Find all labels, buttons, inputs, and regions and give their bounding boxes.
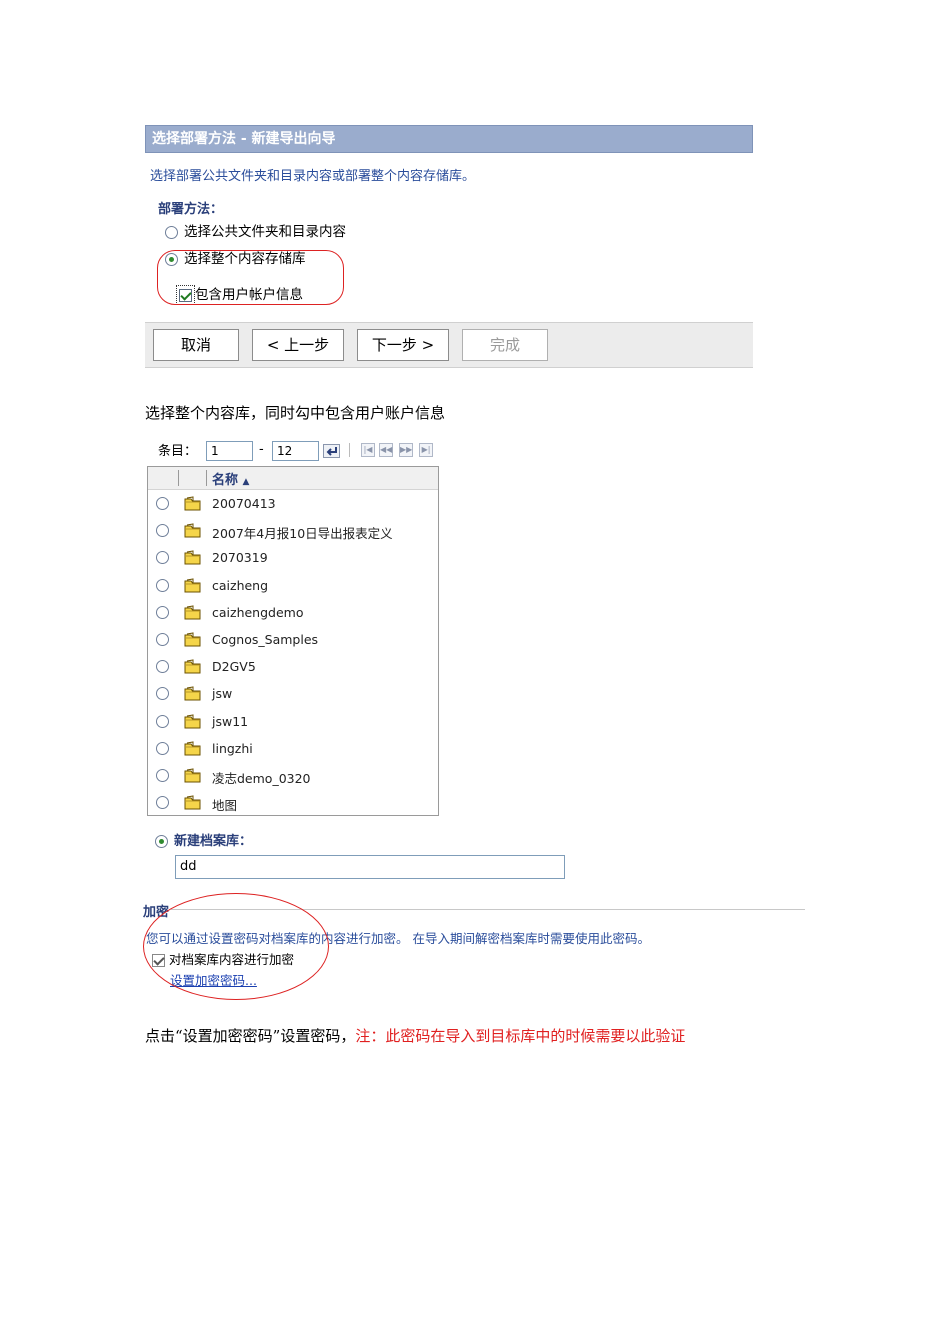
deploy-method-label: 部署方法： <box>158 202 224 217</box>
list-item[interactable]: 20070413 <box>148 490 438 517</box>
list-item-radio[interactable] <box>156 605 169 619</box>
next-page-icon[interactable]: ▶▶ <box>399 443 413 457</box>
paging-dash: - <box>259 442 264 457</box>
sort-ascending-icon: ▲ <box>242 477 250 487</box>
annotation-circle-options <box>157 250 344 305</box>
list-item-radio[interactable] <box>156 714 169 728</box>
first-page-icon[interactable]: |◀ <box>361 443 375 457</box>
next-button[interactable]: 下一步 > <box>357 329 449 361</box>
wizard-title: 选择部署方法 - 新建导出向导 <box>145 125 753 153</box>
option-public-content[interactable]: 选择公共文件夹和目录内容 <box>165 223 346 241</box>
paging-from-input[interactable]: 1 <box>206 441 253 461</box>
cancel-button[interactable]: 取消 <box>153 329 239 361</box>
folder-icon <box>184 686 202 701</box>
paging-separator <box>349 443 350 457</box>
list-item-label: 20070413 <box>212 496 276 511</box>
header-separator <box>206 470 207 486</box>
list-item-label: caizheng <box>212 577 269 593</box>
list-item-label: jsw11 <box>212 713 249 729</box>
list-item-label: Cognos_Samples <box>212 632 319 647</box>
list-item-radio[interactable] <box>156 660 169 674</box>
list-item-radio[interactable] <box>156 741 169 755</box>
header-separator <box>178 470 179 486</box>
list-item[interactable]: 地图 <box>148 789 438 816</box>
list-item[interactable]: caizheng <box>148 572 438 599</box>
list-header: 名称 ▲ <box>148 467 438 490</box>
list-item[interactable]: caizhengdemo <box>148 599 438 626</box>
new-archive-radio[interactable] <box>155 835 168 848</box>
folder-icon <box>184 605 202 620</box>
folder-icon <box>184 496 202 511</box>
paging-to-input[interactable]: 12 <box>272 441 319 461</box>
list-item[interactable]: jsw11 <box>148 708 438 735</box>
finish-button[interactable]: 完成 <box>462 329 548 361</box>
wizard-button-bar: 取消 < 上一步 下一步 > 完成 <box>145 322 753 368</box>
prev-page-icon[interactable]: ◀◀ <box>379 443 393 457</box>
list-item-radio[interactable] <box>156 769 169 782</box>
list-item-label: lingzhi <box>212 740 253 756</box>
list-item-label: jsw <box>212 686 233 702</box>
back-button[interactable]: < 上一步 <box>252 329 344 361</box>
list-item-label: caizhengdemo <box>212 604 304 620</box>
radio-public-content[interactable] <box>165 225 178 239</box>
list-item-radio[interactable] <box>156 796 169 810</box>
caption-select-entire: 选择整个内容库，同时勾中包含用户账户信息 <box>145 404 446 422</box>
list-item[interactable]: Cognos_Samples <box>148 626 438 653</box>
list-item-label: 凌志demo_0320 <box>212 771 311 786</box>
folder-icon <box>184 795 202 810</box>
list-item[interactable]: 2070319 <box>148 544 438 571</box>
list-item[interactable]: D2GV5 <box>148 653 438 680</box>
note-instruction: 点击“设置加密密码”设置密码， <box>145 1027 356 1045</box>
list-item-radio[interactable] <box>156 551 169 565</box>
new-archive-label: 新建档案库： <box>174 834 253 849</box>
list-item[interactable]: 2007年4月报10日导出报表定义 <box>148 517 438 544</box>
folder-icon <box>184 550 202 565</box>
folder-icon <box>184 659 202 674</box>
paging-label: 条目： <box>158 444 198 459</box>
note-text: 点击“设置加密密码”设置密码，注：此密码在导入到目标库中的时候需要以此验证 <box>145 1025 685 1046</box>
last-page-icon[interactable]: ▶| <box>419 443 433 457</box>
archive-name-input[interactable]: dd <box>175 855 565 879</box>
list-item-label: 2070319 <box>212 550 268 566</box>
list-item-label: 2007年4月报10日导出报表定义 <box>212 526 393 542</box>
folder-icon <box>184 714 202 729</box>
column-name-label: 名称 <box>212 473 239 488</box>
folder-icon <box>184 741 202 756</box>
list-item[interactable]: jsw <box>148 680 438 707</box>
content-list: 名称 ▲ 20070413 2007年4月报10日导出报表定义 2070319 … <box>147 466 439 816</box>
option-public-label: 选择公共文件夹和目录内容 <box>184 224 346 240</box>
column-name-header[interactable]: 名称 ▲ <box>212 469 249 488</box>
list-item[interactable]: 凌志demo_0320 <box>148 762 438 789</box>
list-item-radio[interactable] <box>156 633 169 646</box>
list-item-radio[interactable] <box>156 687 169 701</box>
wizard-description: 选择部署公共文件夹和目录内容或部署整个内容存储库。 <box>150 169 476 184</box>
new-archive-option[interactable]: 新建档案库： <box>155 830 252 849</box>
list-item-radio[interactable] <box>156 578 169 592</box>
folder-icon <box>184 578 202 593</box>
list-item-label: 地图 <box>212 798 238 814</box>
list-item-radio[interactable] <box>156 497 169 510</box>
folder-icon <box>184 632 202 647</box>
note-warning: 注：此密码在导入到目标库中的时候需要以此验证 <box>355 1027 686 1045</box>
annotation-circle-encryption <box>143 893 329 1000</box>
list-item[interactable]: lingzhi <box>148 735 438 762</box>
go-arrow-icon[interactable] <box>323 443 340 458</box>
folder-icon <box>184 768 202 783</box>
list-item-radio[interactable] <box>156 524 169 538</box>
folder-icon <box>184 523 202 538</box>
list-item-label: D2GV5 <box>212 659 256 675</box>
